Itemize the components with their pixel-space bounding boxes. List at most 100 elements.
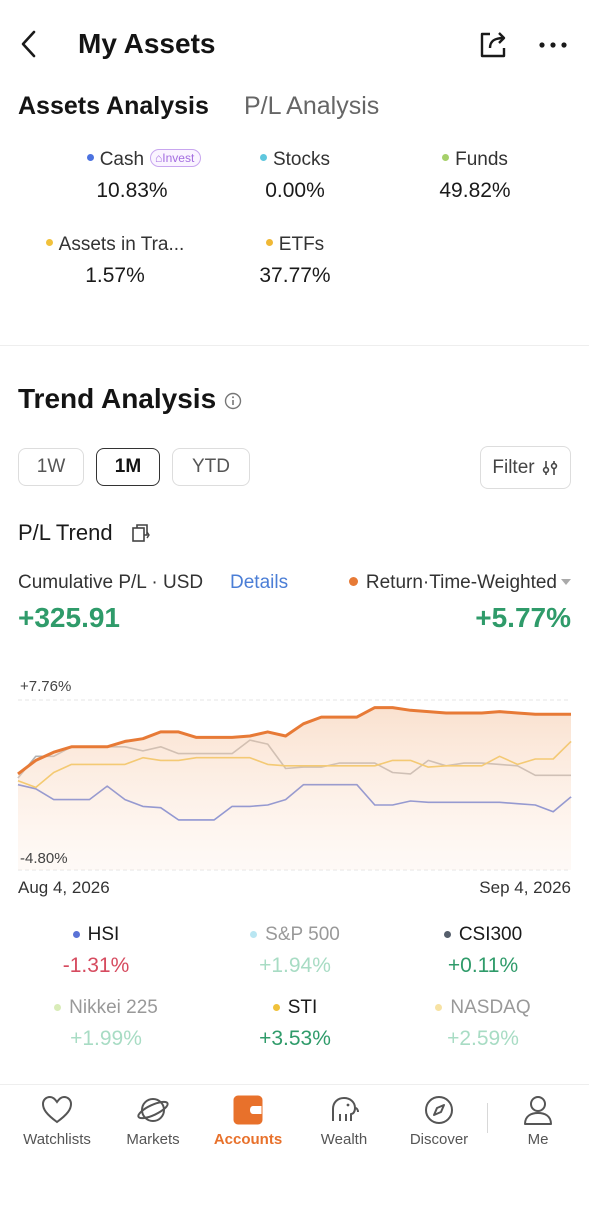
compass-icon xyxy=(425,1096,453,1124)
allocation-value: 1.57% xyxy=(85,264,145,287)
benchmark-label: Nikkei 225 xyxy=(69,997,158,1018)
planet-icon xyxy=(137,1098,169,1122)
nav-label: Watchlists xyxy=(23,1131,91,1148)
expand-icon[interactable] xyxy=(130,522,152,544)
return-value: +5.77% xyxy=(475,602,571,633)
share-icon[interactable] xyxy=(476,28,510,62)
section-divider xyxy=(0,345,589,346)
y-axis-bottom-label: -4.80% xyxy=(20,850,68,867)
benchmark-sti[interactable]: STI +3.53% xyxy=(205,997,385,1051)
pl-trend-label: P/L Trend xyxy=(18,520,113,545)
wallet-icon xyxy=(233,1095,263,1125)
user-icon xyxy=(524,1096,552,1125)
header: My Assets xyxy=(0,0,589,90)
bottom-navigation: Watchlists Markets Accounts Wealth Disco… xyxy=(0,1085,589,1155)
allocation-cash[interactable]: Cash ⌂Invest 10.83% xyxy=(64,148,224,203)
allocation-label: Cash xyxy=(99,149,145,170)
nav-label: Accounts xyxy=(213,1131,283,1148)
return-type-label: Return·Time-Weighted xyxy=(365,572,557,593)
analysis-tabs: Assets Analysis P/L Analysis xyxy=(0,90,589,130)
allocation-funds[interactable]: Funds 49.82% xyxy=(410,149,540,203)
tab-assets-analysis[interactable]: Assets Analysis xyxy=(18,92,232,124)
cash-dot xyxy=(86,154,94,162)
csi300-dot xyxy=(443,931,451,938)
nav-separator xyxy=(487,1103,488,1133)
allocation-stocks[interactable]: Stocks 0.00% xyxy=(230,149,360,203)
return-type-selector[interactable]: Return·Time-Weighted xyxy=(348,572,571,594)
caret-down-icon xyxy=(561,579,571,585)
sti-dot xyxy=(272,1004,280,1011)
assets-in-transit-dot xyxy=(45,239,53,247)
invest-badge-label: Invest xyxy=(162,150,195,165)
series-area-return xyxy=(18,707,571,870)
benchmark-hsi[interactable]: HSI -1.31% xyxy=(6,924,186,978)
nikkei225-dot xyxy=(54,1004,62,1011)
x-axis-end-label: Sep 4, 2026 xyxy=(479,878,571,897)
etfs-dot xyxy=(265,239,273,247)
nav-wealth[interactable]: Wealth xyxy=(296,1093,392,1148)
filter-button[interactable]: Filter xyxy=(480,446,571,489)
benchmark-label: NASDAQ xyxy=(450,997,531,1018)
nav-discover[interactable]: Discover xyxy=(391,1093,487,1148)
back-arrow-icon[interactable] xyxy=(14,26,44,62)
nav-me[interactable]: Me xyxy=(490,1093,586,1148)
allocation-value: 37.77% xyxy=(259,264,331,287)
benchmark-label: S&P 500 xyxy=(265,924,340,945)
trend-analysis-title: Trend Analysis xyxy=(18,383,217,414)
nav-accounts[interactable]: Accounts xyxy=(200,1093,296,1148)
tab-assets-analysis-label: Assets Analysis xyxy=(18,92,209,120)
benchmark-csi300[interactable]: CSI300 +0.11% xyxy=(393,924,573,978)
allocation-value: 49.82% xyxy=(439,179,511,202)
pl-trend-chart[interactable] xyxy=(0,670,589,900)
return-series-dot xyxy=(348,577,358,586)
benchmark-value: +1.94% xyxy=(259,954,331,977)
benchmark-value: -1.31% xyxy=(62,954,130,977)
nav-label: Wealth xyxy=(320,1131,368,1148)
hsi-dot xyxy=(72,931,80,938)
y-axis-top-label: +7.76% xyxy=(20,678,72,695)
invest-badge[interactable]: ⌂Invest xyxy=(150,148,202,167)
benchmark-label: HSI xyxy=(87,924,120,945)
allocation-etfs[interactable]: ETFs 37.77% xyxy=(230,234,360,288)
allocation-label: ETFs xyxy=(278,234,325,255)
heart-icon xyxy=(41,1095,73,1124)
nav-label: Markets xyxy=(126,1131,180,1148)
nav-markets[interactable]: Markets xyxy=(105,1093,201,1148)
tab-pl-analysis[interactable]: P/L Analysis xyxy=(244,92,379,121)
benchmark-label: CSI300 xyxy=(458,924,523,945)
elephant-icon xyxy=(332,1097,359,1121)
details-link[interactable]: Details xyxy=(230,572,288,594)
benchmark-sp500[interactable]: S&P 500 +1.94% xyxy=(205,924,385,978)
allocation-value: 10.83% xyxy=(96,179,168,202)
sliders-icon xyxy=(542,460,557,475)
nav-label: Discover xyxy=(409,1131,469,1148)
benchmark-value: +3.53% xyxy=(259,1027,331,1050)
allocation-label: Assets in Tra... xyxy=(58,234,185,255)
nasdaq-dot xyxy=(435,1004,443,1011)
page-title: My Assets xyxy=(78,28,216,59)
more-options-icon[interactable] xyxy=(536,31,570,59)
range-1m-button[interactable]: 1M xyxy=(96,448,160,486)
benchmark-value: +1.99% xyxy=(70,1027,142,1050)
nav-label: Me xyxy=(527,1131,549,1148)
benchmark-nasdaq[interactable]: NASDAQ +2.59% xyxy=(393,997,573,1051)
cumulative-pl-label: Cumulative P/L · USD xyxy=(18,572,204,593)
range-ytd-button[interactable]: YTD xyxy=(172,448,250,486)
info-icon[interactable] xyxy=(224,392,242,410)
allocation-value: 0.00% xyxy=(265,179,325,202)
benchmark-label: STI xyxy=(287,997,318,1018)
benchmark-value: +2.59% xyxy=(447,1027,519,1050)
cumulative-pl-value: +325.91 xyxy=(18,602,120,633)
allocation-label: Stocks xyxy=(272,149,331,170)
sp500-dot xyxy=(250,931,258,938)
stocks-dot xyxy=(259,154,267,162)
range-1w-button[interactable]: 1W xyxy=(18,448,84,486)
benchmark-value: +0.11% xyxy=(447,954,519,977)
funds-dot xyxy=(442,154,450,162)
benchmark-nikkei225[interactable]: Nikkei 225 +1.99% xyxy=(16,997,196,1051)
x-axis-start-label: Aug 4, 2026 xyxy=(18,878,110,897)
nav-watchlists[interactable]: Watchlists xyxy=(9,1093,105,1148)
filter-label: Filter xyxy=(492,456,535,478)
chart-series-layer xyxy=(17,706,572,870)
allocation-assets-in-transit[interactable]: Assets in Tra... 1.57% xyxy=(30,234,200,288)
